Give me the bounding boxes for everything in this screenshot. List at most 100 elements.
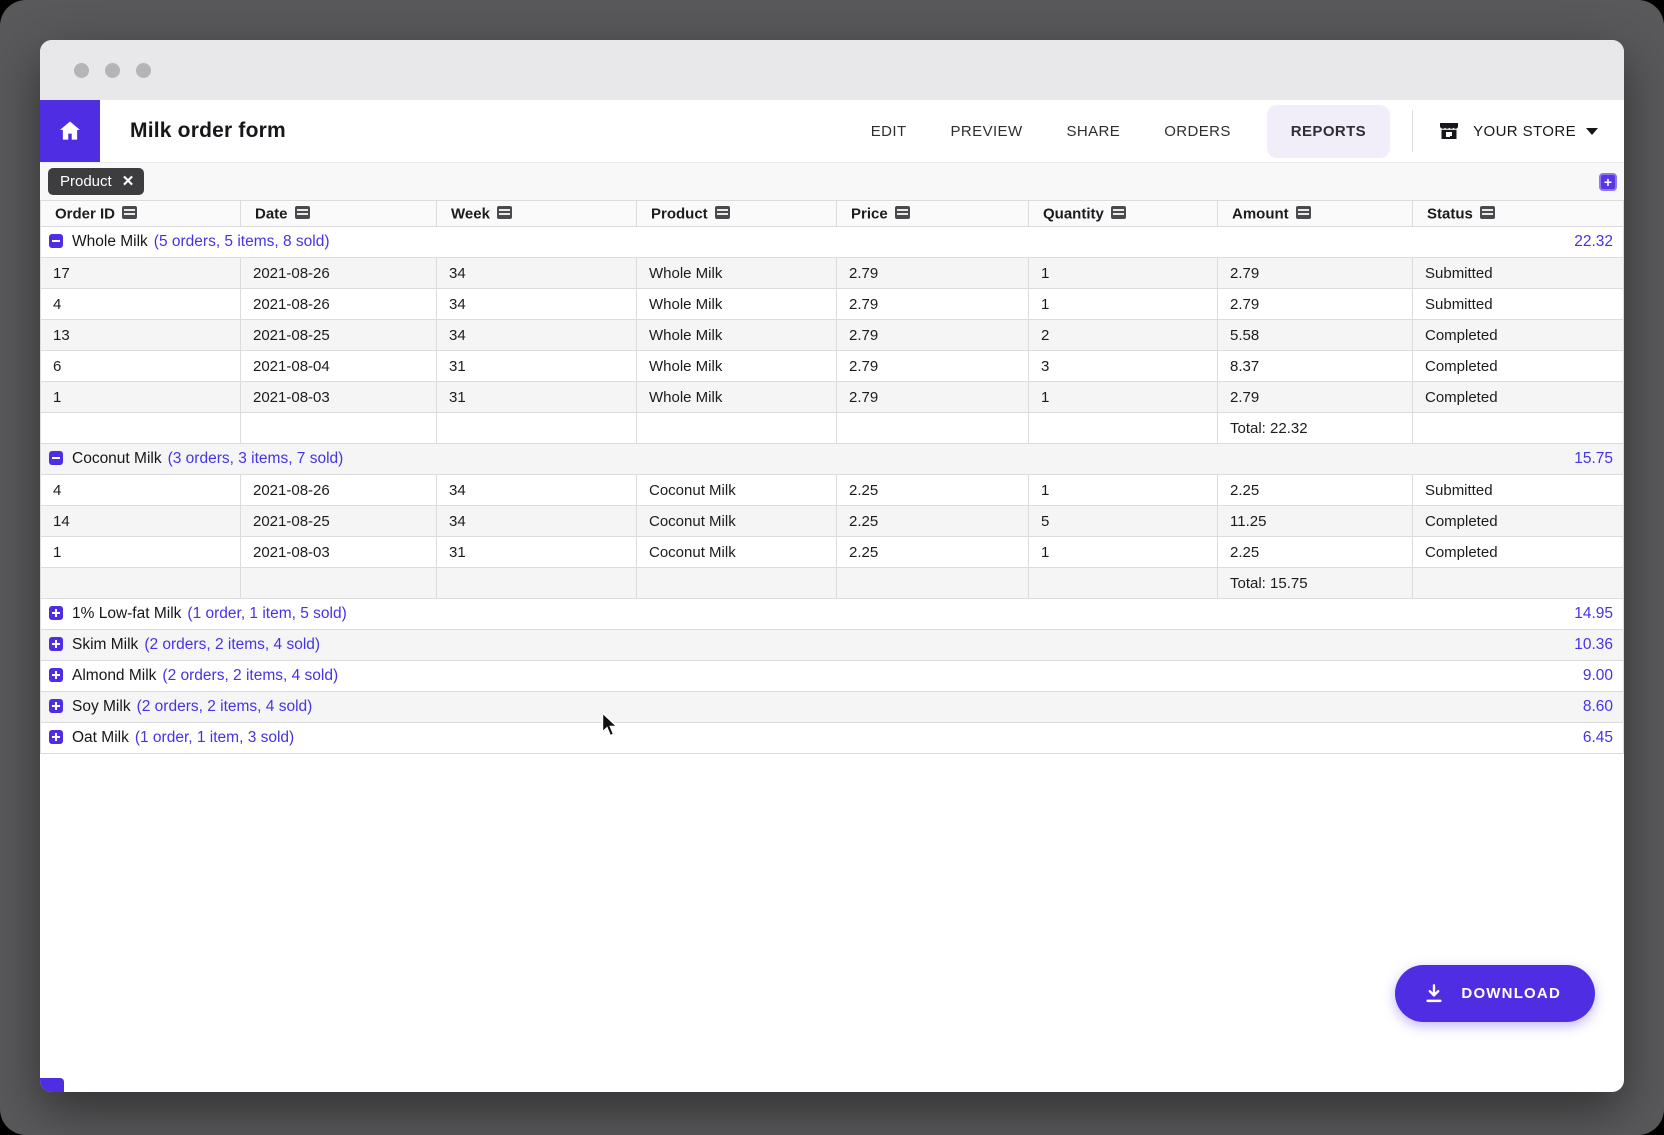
table-cell: 14	[41, 506, 241, 537]
table-row[interactable]: 172021-08-2634Whole Milk2.7912.79Submitt…	[41, 258, 1624, 289]
table-cell: 31	[437, 351, 637, 382]
table-row[interactable]: 12021-08-0331Coconut Milk2.2512.25Comple…	[41, 537, 1624, 568]
download-label: DOWNLOAD	[1461, 985, 1561, 1002]
column-header-quantity[interactable]: Quantity	[1029, 201, 1218, 227]
group-total-cell: Total: 22.32	[1218, 413, 1413, 444]
expand-group-icon[interactable]	[49, 668, 63, 682]
group-row[interactable]: Coconut Milk(3 orders, 3 items, 7 sold)1…	[41, 444, 1624, 475]
nav-share[interactable]: SHARE	[1067, 113, 1121, 150]
table-cell	[1413, 413, 1624, 444]
table-cell: 34	[437, 289, 637, 320]
expand-group-icon[interactable]	[49, 606, 63, 620]
group-name: Skim Milk	[72, 636, 138, 653]
table-cell: 34	[437, 258, 637, 289]
table-cell: 11.25	[1218, 506, 1413, 537]
window-control-dot[interactable]	[136, 63, 151, 78]
column-header-date[interactable]: Date	[241, 201, 437, 227]
table-cell	[437, 413, 637, 444]
column-menu-icon[interactable]	[295, 206, 310, 219]
table-cell: 2021-08-25	[241, 506, 437, 537]
table-cell: 2.79	[837, 289, 1029, 320]
table-cell: Whole Milk	[637, 258, 837, 289]
column-menu-icon[interactable]	[1111, 206, 1126, 219]
add-group-button[interactable]: +	[1599, 173, 1617, 191]
nav-orders[interactable]: ORDERS	[1164, 113, 1231, 150]
column-menu-icon[interactable]	[1480, 206, 1495, 219]
column-menu-icon[interactable]	[895, 206, 910, 219]
nav-reports[interactable]: REPORTS	[1267, 105, 1390, 158]
column-header-price[interactable]: Price	[837, 201, 1029, 227]
group-name: Coconut Milk	[72, 450, 162, 467]
table-cell	[637, 568, 837, 599]
column-header-status[interactable]: Status	[1413, 201, 1624, 227]
expand-group-icon[interactable]	[49, 637, 63, 651]
window-control-dot[interactable]	[74, 63, 89, 78]
group-summary: (2 orders, 2 items, 4 sold)	[144, 636, 320, 653]
table-cell	[837, 413, 1029, 444]
group-total-amount: 9.00	[1583, 667, 1615, 685]
table-cell: 31	[437, 382, 637, 413]
group-row[interactable]: Oat Milk(1 order, 1 item, 3 sold)6.45	[41, 723, 1624, 754]
column-menu-icon[interactable]	[1296, 206, 1311, 219]
column-menu-icon[interactable]	[122, 206, 137, 219]
chevron-down-icon	[1586, 128, 1598, 135]
group-by-chip[interactable]: Product ✕	[48, 168, 144, 195]
expand-group-icon[interactable]	[49, 699, 63, 713]
group-row[interactable]: Skim Milk (2 orders, 2 items, 4 sold) 10.3…	[41, 630, 1624, 661]
column-header-order-id[interactable]: Order ID	[41, 201, 241, 227]
group-total-amount: 22.32	[1574, 233, 1615, 251]
group-total-amount: 14.95	[1574, 605, 1615, 623]
desktop-background: Milk order form EDIT PREVIEW SHARE ORDER…	[0, 0, 1664, 1135]
table-header-row: Order ID Date Week Product Price Quantit…	[41, 201, 1624, 227]
column-header-product[interactable]: Product	[637, 201, 837, 227]
table-cell: 8.37	[1218, 351, 1413, 382]
collapse-group-icon[interactable]	[49, 234, 63, 248]
column-header-amount[interactable]: Amount	[1218, 201, 1413, 227]
table-cell	[837, 568, 1029, 599]
table-cell: 1	[1029, 537, 1218, 568]
group-row[interactable]: 1% Low-fat Milk(1 order, 1 item, 5 sold)…	[41, 599, 1624, 630]
group-name: Soy Milk	[72, 698, 131, 715]
table-cell: 2021-08-25	[241, 320, 437, 351]
group-summary: (1 order, 1 item, 5 sold)	[187, 605, 346, 622]
table-cell	[41, 568, 241, 599]
column-menu-icon[interactable]	[497, 206, 512, 219]
table-cell: Coconut Milk	[637, 537, 837, 568]
table-cell: Submitted	[1413, 289, 1624, 320]
table-cell: 2.25	[837, 506, 1029, 537]
corner-widget[interactable]	[40, 1078, 64, 1092]
table-row[interactable]: 62021-08-0431Whole Milk2.7938.37Complete…	[41, 351, 1624, 382]
table-cell	[41, 413, 241, 444]
home-button[interactable]	[40, 100, 100, 162]
nav-preview[interactable]: PREVIEW	[951, 113, 1023, 150]
table-cell: 13	[41, 320, 241, 351]
table-cell	[437, 568, 637, 599]
group-row[interactable]: Whole Milk(5 orders, 5 items, 8 sold)22.…	[41, 227, 1624, 258]
table-row[interactable]: 42021-08-2634Coconut Milk2.2512.25Submit…	[41, 475, 1624, 506]
table-row[interactable]: 42021-08-2634Whole Milk2.7912.79Submitte…	[41, 289, 1624, 320]
table-row[interactable]: 132021-08-2534Whole Milk2.7925.58Complet…	[41, 320, 1624, 351]
table-row[interactable]: 12021-08-0331Whole Milk2.7912.79Complete…	[41, 382, 1624, 413]
window-control-dot[interactable]	[105, 63, 120, 78]
group-row[interactable]: Soy Milk(2 orders, 2 items, 4 sold)8.60	[41, 692, 1624, 723]
collapse-group-icon[interactable]	[49, 451, 63, 465]
download-button[interactable]: DOWNLOAD	[1395, 965, 1595, 1022]
expand-group-icon[interactable]	[49, 730, 63, 744]
close-icon[interactable]: ✕	[122, 174, 135, 189]
table-cell: 2021-08-26	[241, 475, 437, 506]
table-cell: 2.25	[837, 537, 1029, 568]
table-cell: Completed	[1413, 351, 1624, 382]
group-total-amount: 10.36	[1574, 636, 1615, 654]
table-cell: 17	[41, 258, 241, 289]
table-cell	[637, 413, 837, 444]
store-menu-button[interactable]: YOUR STORE	[1437, 119, 1598, 143]
table-row[interactable]: 142021-08-2534Coconut Milk2.25511.25Comp…	[41, 506, 1624, 537]
column-menu-icon[interactable]	[715, 206, 730, 219]
table-cell: Whole Milk	[637, 289, 837, 320]
download-icon	[1423, 983, 1445, 1005]
nav-edit[interactable]: EDIT	[871, 113, 907, 150]
group-summary: (5 orders, 5 items, 8 sold)	[154, 233, 330, 250]
group-row[interactable]: Almond Milk(2 orders, 2 items, 4 sold)9.…	[41, 661, 1624, 692]
column-header-week[interactable]: Week	[437, 201, 637, 227]
table-cell: 6	[41, 351, 241, 382]
